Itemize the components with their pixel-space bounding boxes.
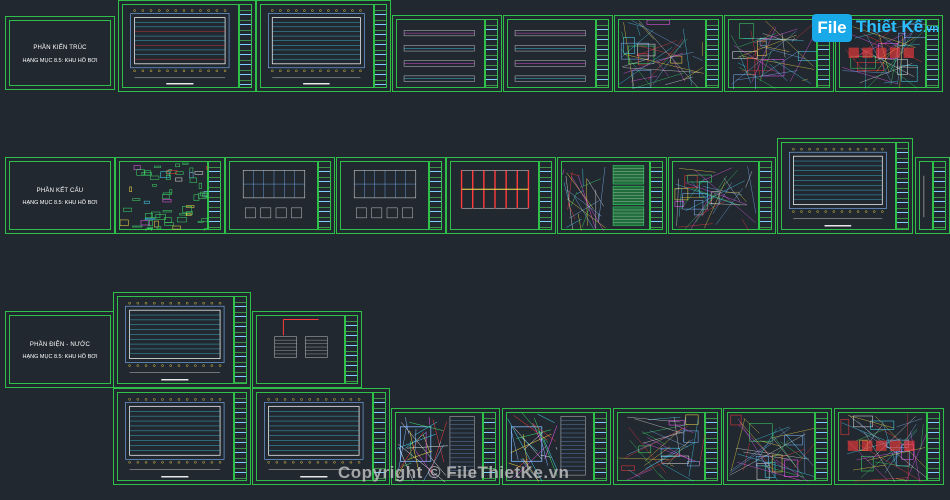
sheet-title-block [933, 161, 946, 230]
sheet-drawing [789, 147, 887, 227]
sheet-title-block [318, 161, 331, 230]
sheet-drawing [840, 413, 927, 482]
sheet-title-block [234, 296, 247, 384]
sheet-title-block [234, 392, 247, 481]
sheet-title-block [485, 19, 498, 88]
drawing-sheet[interactable] [723, 408, 832, 485]
sheet-drawing [268, 9, 365, 85]
sheet-title-block [705, 412, 718, 481]
section-title-line1: PHẦN KIẾN TRÚC [33, 45, 87, 51]
drawing-sheet[interactable] [777, 138, 913, 234]
logo-name: Thiết Kế [856, 17, 924, 36]
drawing-sheet[interactable] [336, 157, 446, 234]
section-title-line1: PHẦN KẾT CẤU [36, 188, 84, 194]
sheet-drawing [514, 30, 586, 82]
sheet-drawing [403, 30, 475, 82]
drawing-sheet[interactable] [668, 157, 776, 234]
sheet-drawing [353, 170, 417, 219]
sheet-drawing [674, 166, 756, 231]
sheet-drawing [130, 9, 230, 85]
drawing-sheet[interactable] [256, 0, 391, 92]
logo-text: Thiết Kế.vn [856, 17, 939, 37]
sheet-drawing [923, 175, 925, 218]
drawing-sheet[interactable] [252, 311, 362, 388]
sheet-title-block [208, 161, 221, 230]
sheet-title-block [345, 315, 358, 384]
sheet-title-block [927, 412, 940, 481]
sheet-drawing [125, 398, 225, 478]
sheet-title-block [815, 412, 828, 481]
section-title-architecture: PHẦN KIẾN TRÚC HẠNG MỤC 8.5: KHU HỒ BƠI [5, 16, 115, 90]
drawing-sheet[interactable] [113, 388, 251, 485]
drawing-sheet[interactable] [915, 157, 950, 234]
sheet-drawing [562, 165, 645, 231]
logo-suffix: .vn [923, 23, 939, 35]
section-title-line2: HẠNG MỤC 8.5: KHU HỒ BƠI [22, 58, 98, 64]
sheet-title-block [650, 161, 663, 230]
sheet-drawing [619, 20, 704, 89]
sheet-title-block [759, 161, 772, 230]
sheet-drawing [729, 414, 815, 482]
sheet-title-block [594, 412, 607, 481]
sheet-drawing [460, 170, 530, 209]
cad-model-space[interactable]: PHẦN KIẾN TRÚC HẠNG MỤC 8.5: KHU HỒ BƠI … [0, 0, 950, 500]
sheet-title-block [374, 4, 387, 88]
sheet-title-block [706, 19, 719, 88]
drawing-sheet[interactable] [113, 292, 251, 388]
drawing-sheet[interactable] [503, 15, 613, 92]
drawing-sheet[interactable] [613, 408, 722, 485]
drawing-sheet[interactable] [392, 15, 502, 92]
section-title-structure: PHẦN KẾT CẤU HẠNG MỤC 8.5: KHU HỒ BƠI [5, 157, 115, 234]
sheet-drawing [242, 170, 306, 219]
sheet-drawing [274, 318, 328, 358]
filethietke-logo: File Thiết Kế.vn [812, 14, 940, 44]
sheet-drawing [730, 20, 817, 89]
drawing-sheet[interactable] [614, 15, 723, 92]
sheet-drawing [120, 162, 208, 231]
sheet-title-block [239, 4, 252, 88]
logo-file-badge: File [812, 14, 852, 42]
drawing-sheet[interactable] [118, 0, 256, 92]
drawing-sheet[interactable] [225, 157, 335, 234]
drawing-sheet[interactable] [834, 408, 944, 485]
section-title-line1: PHẦN ĐIỆN - NƯỚC [29, 342, 91, 348]
sheet-drawing [125, 301, 225, 381]
sheet-title-block [429, 161, 442, 230]
sheet-drawing [618, 414, 705, 482]
sheet-title-block [896, 142, 909, 230]
section-title-line2: HẠNG MỤC 8.5: KHU HỒ BƠI [22, 354, 98, 360]
section-title-line2: HẠNG MỤC 8.5: KHU HỒ BƠI [22, 200, 98, 206]
drawing-sheet[interactable] [557, 157, 667, 234]
drawing-sheet[interactable] [446, 157, 556, 234]
drawing-sheet[interactable] [115, 157, 225, 234]
sheet-title-block [596, 19, 609, 88]
section-title-mep: PHẦN ĐIỆN - NƯỚC HẠNG MỤC 8.5: KHU HỒ BƠ… [5, 311, 115, 388]
sheet-title-block [539, 161, 552, 230]
copyright-watermark: Copyright © FileThietKe.vn [338, 463, 570, 482]
